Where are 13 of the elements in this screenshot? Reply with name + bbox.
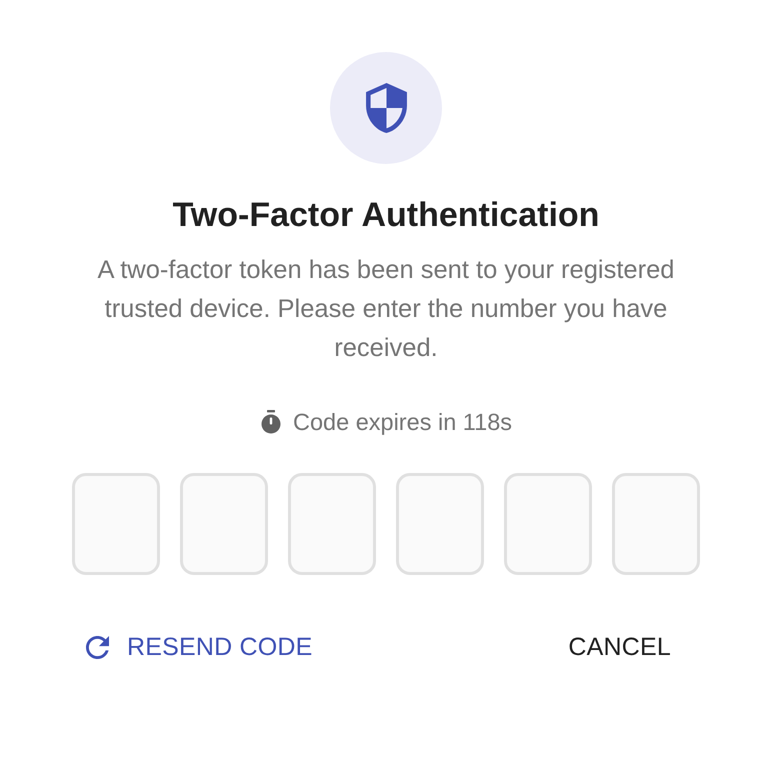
code-digit-field[interactable] xyxy=(72,473,160,575)
code-digit-field[interactable] xyxy=(180,473,268,575)
stopwatch-icon xyxy=(260,410,282,434)
refresh-icon xyxy=(86,636,109,658)
resend-code-button[interactable]: RESEND CODE xyxy=(78,623,321,671)
code-digit-field[interactable] xyxy=(612,473,700,575)
expiry-countdown: Code expires in 118s xyxy=(292,408,512,436)
cancel-button[interactable]: CANCEL xyxy=(560,623,679,671)
dialog-title: Two-Factor Authentication xyxy=(172,196,600,234)
code-digit-field[interactable] xyxy=(504,473,592,575)
code-digit-field[interactable] xyxy=(396,473,484,575)
code-digit-field[interactable] xyxy=(288,473,376,575)
instructions-text: A two-factor token has been sent to your registered trusted device. Please enter the number you have received. xyxy=(96,255,676,364)
